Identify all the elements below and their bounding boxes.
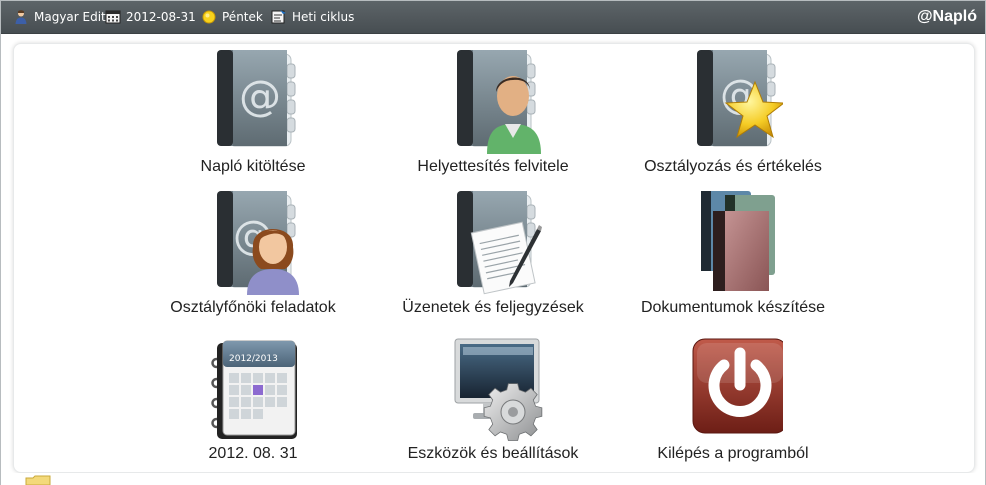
tile-helyettesites-felvitele[interactable]: Helyettesítés felvitele — [383, 46, 603, 176]
tile-eszkozok-es-beallitasok[interactable]: Eszközök és beállítások — [383, 333, 603, 463]
weekday: Péntek — [222, 10, 263, 24]
address-book-at-icon: @ — [217, 50, 296, 147]
app-window: Magyar Edit 2012-08-31 Péntek Heti ciklu… — [0, 0, 986, 485]
app-brand: @Napló — [916, 8, 977, 25]
folder-icon — [25, 475, 51, 485]
tile-dokumentumok-keszitese[interactable]: Dokumentumok készítése — [623, 187, 843, 317]
tile-label: 2012. 08. 31 — [208, 445, 298, 462]
tile-label: Napló kitöltése — [200, 158, 306, 175]
tile-label: Osztályfőnöki feladatok — [170, 299, 336, 316]
tile-label: Helyettesítés felvitele — [417, 158, 569, 175]
calendar-icon — [105, 10, 121, 24]
current-date: 2012-08-31 — [126, 10, 196, 24]
books-stack-icon — [701, 191, 775, 291]
cycle-icon — [271, 10, 286, 24]
user-icon — [15, 10, 27, 24]
address-book-star-icon: @ — [697, 50, 783, 147]
tile-label: Üzenetek és feljegyzések — [402, 299, 584, 316]
status-strip — [1, 473, 985, 485]
tile-label: Osztályozás és értékelés — [644, 158, 822, 175]
tile-label: Eszközök és beállítások — [407, 445, 579, 462]
monitor-gear-icon — [454, 338, 543, 441]
power-icon — [692, 338, 783, 434]
tile-uzenetek-es-feljegyzesek[interactable]: Üzenetek és feljegyzések — [383, 187, 603, 317]
user-name: Magyar Edit — [34, 10, 106, 24]
menu-panel: @ Napló kitöltése Helyettesítés felvitel… — [13, 43, 975, 473]
address-book-person-icon — [457, 50, 541, 154]
date-indicator[interactable]: 2012-08-31 — [105, 1, 196, 33]
top-bar: Magyar Edit 2012-08-31 Péntek Heti ciklu… — [1, 1, 985, 34]
svg-text:2012/2013: 2012/2013 — [229, 354, 278, 364]
svg-text:@: @ — [239, 71, 281, 120]
tile-label: Kilépés a programból — [657, 445, 809, 462]
desk-calendar-icon: 2012/2013 — [211, 340, 297, 439]
sun-icon — [202, 10, 216, 24]
cycle-indicator[interactable]: Heti ciklus — [271, 1, 354, 33]
tile-osztalyozas-es-ertekeles[interactable]: @ Osztályozás és értékelés — [623, 46, 843, 176]
tile-date[interactable]: 2012/2013 2012. 08. 31 — [143, 333, 363, 463]
address-book-woman-icon: @ — [217, 191, 299, 295]
tile-osztalyfonoki-feladatok[interactable]: @ Osztályfőnöki feladatok — [143, 187, 363, 317]
weekday-indicator[interactable]: Péntek — [201, 1, 263, 33]
user-indicator[interactable]: Magyar Edit — [13, 1, 106, 33]
tile-label: Dokumentumok készítése — [640, 299, 826, 316]
tile-kilepes-a-programbol[interactable]: Kilépés a programból — [623, 333, 843, 463]
address-book-letter-pen-icon — [457, 191, 542, 295]
cycle-label: Heti ciklus — [292, 10, 355, 24]
tile-naplo-kitoltese[interactable]: @ Napló kitöltése — [143, 46, 363, 176]
